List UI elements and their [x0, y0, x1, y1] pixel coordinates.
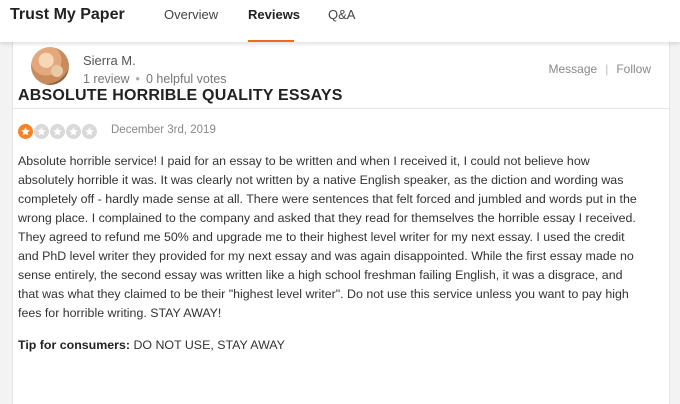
- brand-logo-text[interactable]: Trust My Paper: [10, 6, 125, 24]
- star-icon: [66, 124, 81, 139]
- tip-text: DO NOT USE, STAY AWAY: [133, 338, 285, 352]
- helpful-votes-count: 0 helpful votes: [145, 72, 227, 86]
- review-count: 1 review: [83, 72, 130, 86]
- star-rating: [18, 124, 97, 139]
- avatar[interactable]: [31, 47, 69, 85]
- separator-dot: •: [135, 72, 140, 86]
- follow-link[interactable]: Follow: [616, 62, 651, 76]
- review-title: ABSOLUTE HORRIBLE QUALITY ESSAYS: [18, 87, 343, 104]
- tab-reviews[interactable]: Reviews: [248, 7, 300, 22]
- star-icon: [18, 124, 33, 139]
- review-date: December 3rd, 2019: [111, 124, 216, 136]
- reviewer-stats: 1 review • 0 helpful votes: [83, 72, 227, 86]
- star-icon: [34, 124, 49, 139]
- tab-qa[interactable]: Q&A: [328, 7, 355, 22]
- message-link[interactable]: Message: [548, 62, 597, 76]
- reviewer-actions: Message | Follow: [548, 62, 651, 76]
- active-tab-indicator: [248, 40, 294, 42]
- action-divider: |: [605, 62, 609, 76]
- reviewer-name[interactable]: Sierra M.: [83, 53, 136, 68]
- top-navigation-bar: Trust My Paper Overview Reviews Q&A: [0, 0, 680, 42]
- tab-overview[interactable]: Overview: [164, 7, 218, 22]
- star-icon: [50, 124, 65, 139]
- consumer-tip: Tip for consumers: DO NOT USE, STAY AWAY: [18, 338, 285, 352]
- star-icon: [82, 124, 97, 139]
- review-body: Absolute horrible service! I paid for an…: [18, 154, 637, 320]
- tip-label: Tip for consumers:: [18, 338, 130, 352]
